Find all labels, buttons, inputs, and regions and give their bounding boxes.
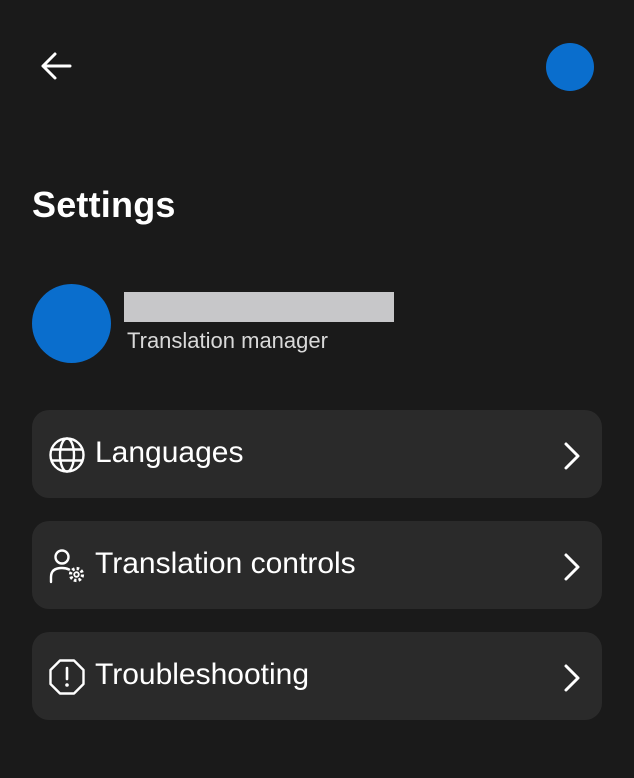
menu-item-label: Troubleshooting <box>95 658 310 691</box>
profile-avatar <box>32 284 111 363</box>
page-title: Settings <box>32 184 176 225</box>
globe-icon <box>48 436 86 474</box>
back-button[interactable] <box>34 44 78 88</box>
menu-item-translation-controls[interactable]: Translation controls <box>32 521 602 609</box>
chevron-right-icon <box>560 663 584 693</box>
menu-item-label: Translation controls <box>95 547 356 580</box>
menu-item-languages[interactable]: Languages <box>32 410 602 498</box>
profile-section: Translation manager <box>32 284 602 364</box>
profile-role: Translation manager <box>127 328 328 353</box>
chevron-right-icon <box>560 552 584 582</box>
top-bar <box>0 0 634 130</box>
profile-name-redacted <box>124 292 394 322</box>
chevron-right-icon <box>560 441 584 471</box>
arrow-left-icon <box>41 52 72 80</box>
menu-item-troubleshooting[interactable]: Troubleshooting <box>32 632 602 720</box>
alert-octagon-icon <box>48 658 86 696</box>
menu-item-label: Languages <box>95 436 244 469</box>
account-avatar-button[interactable] <box>546 43 594 91</box>
person-gear-icon <box>48 547 86 585</box>
